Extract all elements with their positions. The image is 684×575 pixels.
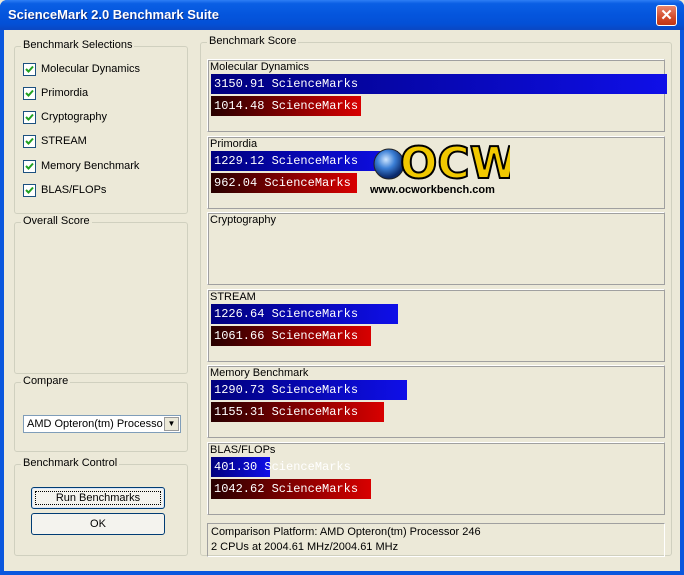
- checkbox[interactable]: [23, 183, 36, 197]
- group-legend: Compare: [21, 375, 71, 387]
- benchmark-checkbox-row[interactable]: Cryptography: [23, 109, 107, 125]
- current-score-text: 1290.73 ScienceMarks: [214, 383, 359, 397]
- compare-select-value: AMD Opteron(tm) Processor 246: [27, 418, 163, 430]
- section-title: Primordia: [210, 138, 258, 150]
- current-score-text: 3150.91 ScienceMarks: [214, 77, 359, 91]
- section-title: Cryptography: [210, 214, 277, 226]
- compare-score-text: 1061.66 ScienceMarks: [214, 329, 359, 343]
- title-bar[interactable]: ScienceMark 2.0 Benchmark Suite ✕: [0, 0, 684, 30]
- current-score-text: 1226.64 ScienceMarks: [214, 307, 359, 321]
- run-benchmarks-label: Run Benchmarks: [34, 491, 162, 505]
- group-legend: Benchmark Control: [21, 457, 120, 469]
- compare-group: Compare AMD Opteron(tm) Processor 246 ▼: [14, 375, 188, 452]
- section-title: Molecular Dynamics: [210, 61, 310, 73]
- benchmark-selections-group: Benchmark Selections Molecular Dynamics P…: [14, 39, 188, 214]
- checkbox[interactable]: [23, 110, 36, 124]
- checkbox-label: Primordia: [41, 87, 89, 99]
- benchmark-score-group: Benchmark Score Molecular Dynamics 3150.9…: [200, 35, 672, 557]
- current-score-text: 1229.12 ScienceMarks: [214, 154, 359, 168]
- ocw-watermark-logo: OCW www.ocworkbench.com: [370, 137, 519, 200]
- compare-score-text: 1155.31 ScienceMarks: [214, 405, 359, 419]
- comparison-info: Comparison Platform: AMD Opteron(tm) Pro…: [207, 523, 665, 557]
- benchmark-checkbox-row[interactable]: Primordia: [23, 85, 88, 101]
- checkbox[interactable]: [23, 62, 36, 76]
- compare-score-text: 962.04 ScienceMarks: [214, 176, 351, 190]
- score-section: STREAM 1226.64 ScienceMarks 1061.66 Scienc…: [207, 289, 665, 362]
- score-section: Memory Benchmark 1290.73 ScienceMarks 1155…: [207, 365, 665, 438]
- benchmark-checkbox-row[interactable]: STREAM: [23, 133, 87, 149]
- benchmark-checkbox-row[interactable]: Memory Benchmark: [23, 158, 139, 174]
- group-legend: Benchmark Selections: [21, 39, 135, 51]
- current-score-text: 401.30 ScienceMarks: [214, 460, 351, 474]
- benchmark-control-group: Benchmark Control Run Benchmarks OK: [14, 457, 188, 556]
- section-title: STREAM: [210, 291, 256, 303]
- compare-score-text: 1014.48 ScienceMarks: [214, 99, 359, 113]
- score-section: BLAS/FLOPs 401.30 ScienceMarks 1042.62 Sci…: [207, 442, 665, 515]
- checkbox[interactable]: [23, 159, 36, 173]
- checkbox-label: Memory Benchmark: [41, 160, 140, 172]
- group-legend: Overall Score: [21, 215, 92, 227]
- benchmark-checkbox-row[interactable]: Molecular Dynamics: [23, 61, 140, 77]
- section-title: BLAS/FLOPs: [210, 444, 276, 456]
- checkbox-label: STREAM: [41, 135, 87, 147]
- close-button[interactable]: ✕: [656, 5, 677, 26]
- watermark-text: OCW: [400, 138, 510, 186]
- checkbox-label: Molecular Dynamics: [41, 63, 141, 75]
- run-benchmarks-button[interactable]: Run Benchmarks: [31, 487, 165, 509]
- ok-label: OK: [90, 518, 106, 530]
- checkbox[interactable]: [23, 86, 36, 100]
- checkbox[interactable]: [23, 134, 36, 148]
- section-title: Memory Benchmark: [210, 367, 309, 379]
- close-icon: ✕: [660, 7, 673, 24]
- benchmark-checkbox-row[interactable]: BLAS/FLOPs: [23, 182, 106, 198]
- checkbox-label: BLAS/FLOPs: [41, 184, 107, 196]
- ok-button[interactable]: OK: [31, 513, 165, 535]
- score-section: Cryptography: [207, 212, 665, 285]
- cpu-info-text: 2 CPUs at 2004.61 MHz/2004.61 MHz: [211, 541, 399, 553]
- watermark-url: www.ocworkbench.com: [370, 184, 495, 196]
- window-title: ScienceMark 2.0 Benchmark Suite: [8, 7, 219, 22]
- comparison-platform-text: Comparison Platform: AMD Opteron(tm) Pro…: [211, 526, 481, 538]
- group-legend: Benchmark Score: [207, 35, 299, 47]
- compare-score-text: 1042.62 ScienceMarks: [214, 482, 359, 496]
- checkbox-label: Cryptography: [41, 111, 108, 123]
- chevron-down-icon[interactable]: ▼: [164, 417, 179, 431]
- overall-score-group: Overall Score: [14, 215, 188, 374]
- app-window: ScienceMark 2.0 Benchmark Suite ✕ Benchm…: [0, 0, 684, 575]
- compare-select[interactable]: AMD Opteron(tm) Processor 246 ▼: [23, 415, 181, 433]
- score-section: Molecular Dynamics 3150.91 ScienceMarks 10…: [207, 59, 667, 132]
- client-area: Benchmark Selections Molecular Dynamics P…: [4, 30, 680, 571]
